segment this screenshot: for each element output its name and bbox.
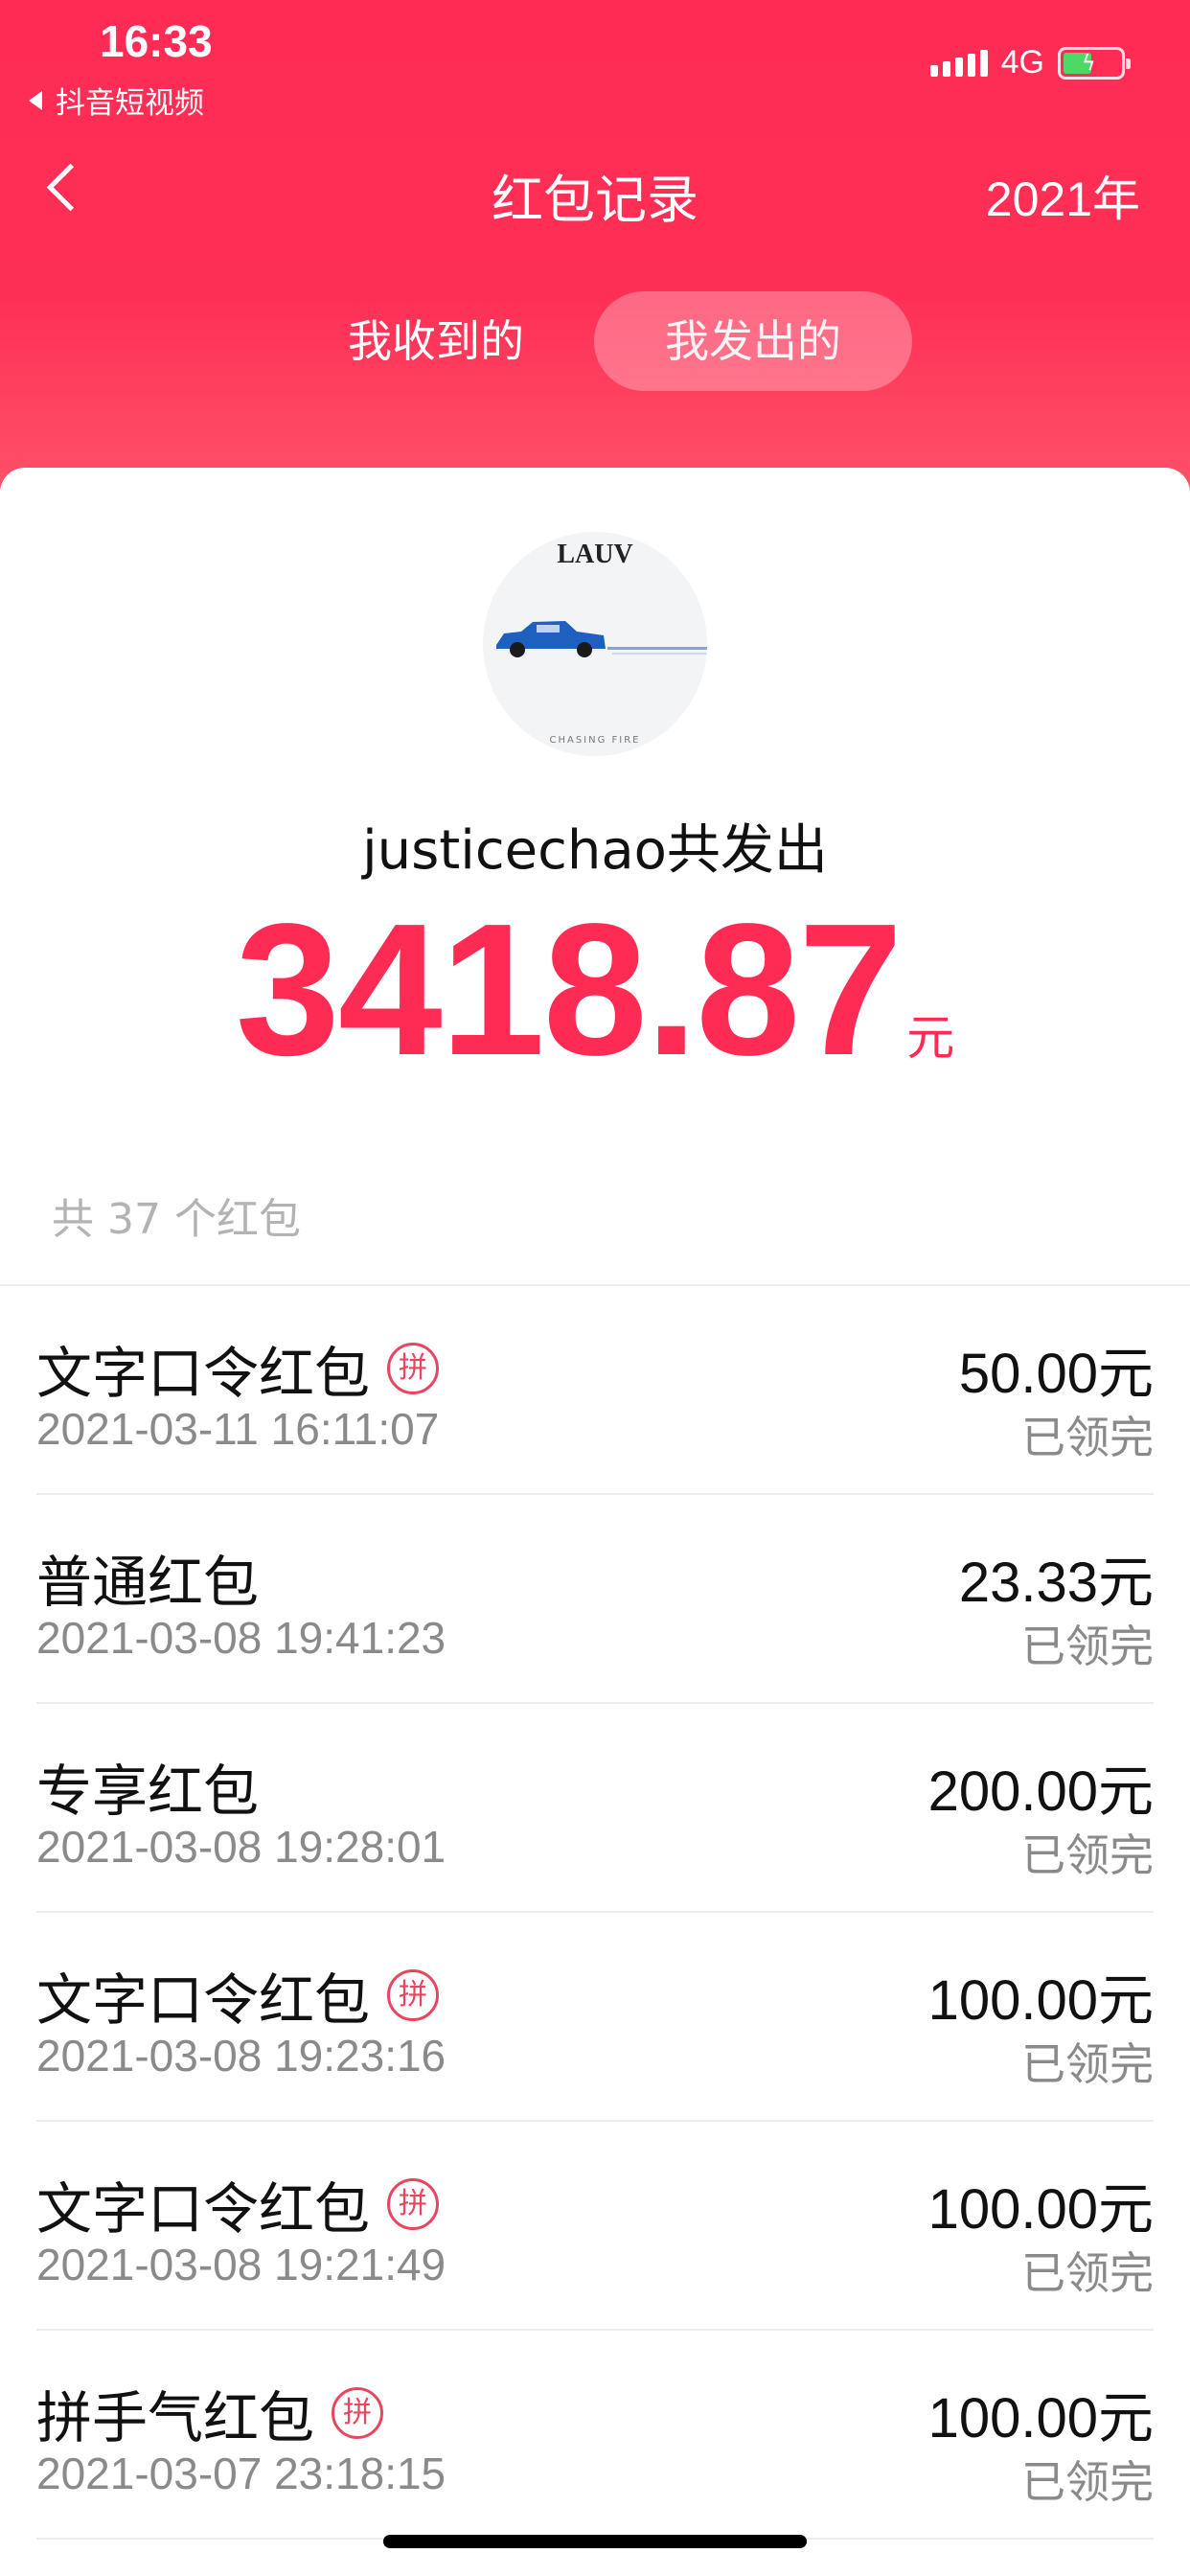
- record-date: 2021-03-11 16:11:07: [36, 1404, 440, 1454]
- record-amount: 50.00元: [958, 1343, 1154, 1405]
- back-to-app-link[interactable]: 抖音短视频: [29, 79, 204, 122]
- signal-icon: [929, 49, 988, 77]
- pin-tag-icon: 拼: [332, 2387, 384, 2439]
- back-app-label: 抖音短视频: [56, 86, 204, 121]
- record-date: 2021-03-08 19:28:01: [36, 1822, 446, 1872]
- pin-tag-icon: 拼: [387, 1969, 440, 2021]
- network-type: 4G: [1000, 44, 1044, 80]
- pin-tag-icon: 拼: [387, 2178, 440, 2230]
- pin-tag-icon: 拼: [387, 1343, 440, 1394]
- year-selector[interactable]: 2021年: [986, 161, 1140, 230]
- record-list: 文字口令红包拼 2021-03-11 16:11:07 50.00元 已领完 普…: [0, 1286, 1190, 2540]
- record-name: 文字口令红包: [36, 1967, 371, 2033]
- record-status: 已领完: [1021, 1829, 1154, 1881]
- record-amount: 200.00元: [927, 1760, 1154, 1823]
- packet-count: 共 37 个红包: [52, 1195, 301, 1244]
- sender-label: justicechao共发出: [362, 819, 828, 882]
- battery-icon: ϟ: [1058, 46, 1131, 80]
- record-date: 2021-03-08 19:21:49: [36, 2240, 446, 2289]
- record-name-wrap: 文字口令红包拼: [36, 2164, 440, 2244]
- record-amount: 100.00元: [927, 1969, 1154, 2032]
- tab-received[interactable]: 我收到的: [316, 291, 556, 391]
- total-unit: 元: [906, 1010, 955, 1066]
- record-amount: 23.33元: [958, 1552, 1154, 1614]
- list-item[interactable]: 文字口令红包拼 2021-03-08 19:21:49 100.00元 已领完: [0, 2122, 1190, 2331]
- record-name-wrap: 文字口令红包拼: [36, 1328, 440, 1409]
- status-time: 16:33: [100, 16, 213, 66]
- record-status: 已领完: [1021, 1621, 1154, 1672]
- tab-sent[interactable]: 我发出的: [594, 291, 912, 391]
- record-name-wrap: 拼手气红包拼: [36, 2373, 384, 2453]
- record-name-wrap: 专享红包: [36, 1746, 259, 1827]
- record-date: 2021-03-08 19:41:23: [36, 1613, 446, 1663]
- list-item[interactable]: 拼手气红包拼 2021-03-07 23:18:15 100.00元 已领完: [0, 2331, 1190, 2540]
- record-name-wrap: 普通红包: [36, 1537, 259, 1618]
- record-amount: 100.00元: [927, 2178, 1154, 2241]
- list-item[interactable]: 普通红包 2021-03-08 19:41:23 23.33元 已领完: [0, 1495, 1190, 1704]
- total-value: 3418.87: [235, 885, 903, 1094]
- record-status: 已领完: [1021, 1412, 1154, 1463]
- record-name: 拼手气红包: [36, 2385, 315, 2450]
- record-name: 普通红包: [36, 1550, 260, 1615]
- list-item[interactable]: 文字口令红包拼 2021-03-08 19:23:16 100.00元 已领完: [0, 1913, 1190, 2122]
- home-indicator[interactable]: [383, 2535, 807, 2548]
- record-status: 已领完: [1021, 2456, 1154, 2508]
- record-name: 文字口令红包: [36, 1341, 371, 1406]
- list-item[interactable]: 文字口令红包拼 2021-03-11 16:11:07 50.00元 已领完: [0, 1286, 1190, 1495]
- list-item[interactable]: 专享红包 2021-03-08 19:28:01 200.00元 已领完: [0, 1704, 1190, 1913]
- record-date: 2021-03-08 19:23:16: [36, 2031, 446, 2081]
- record-name: 专享红包: [36, 1759, 260, 1824]
- record-name: 文字口令红包: [36, 2176, 371, 2242]
- record-amount: 100.00元: [927, 2387, 1154, 2450]
- avatar-subtitle: CHASING FIRE: [549, 735, 641, 746]
- back-triangle-icon: [29, 90, 42, 110]
- record-status: 已领完: [1021, 2038, 1154, 2090]
- car-artwork: [496, 621, 707, 657]
- record-date: 2021-03-07 23:18:15: [36, 2449, 446, 2498]
- status-indicators: 4G ϟ: [929, 44, 1131, 81]
- avatar: LAUV CHASING FIRE: [483, 532, 707, 756]
- total-amount: 3418.87 元: [0, 882, 1190, 1097]
- record-name-wrap: 文字口令红包拼: [36, 1955, 440, 2036]
- record-status: 已领完: [1021, 2247, 1154, 2299]
